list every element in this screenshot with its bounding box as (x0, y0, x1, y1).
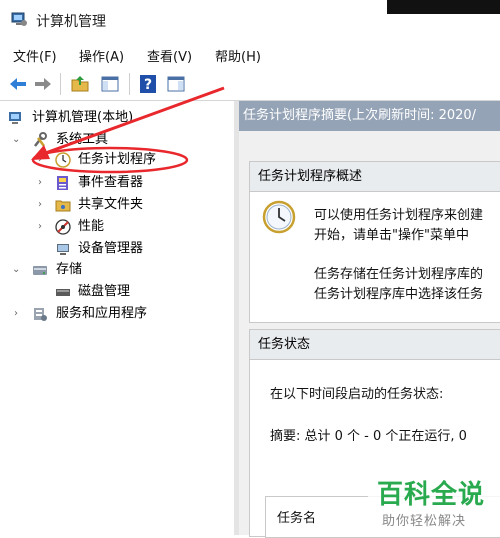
annotation-arrow-head (31, 145, 50, 160)
watermark: 百科全说 助你轻松解决 (368, 470, 500, 535)
watermark-subtitle: 助你轻松解决 (382, 514, 467, 529)
annotation-arrow-line (39, 86, 225, 157)
annotation-highlight-ellipse (31, 146, 189, 174)
watermark-title: 百科全说 (377, 480, 486, 510)
annotation-overlay (31, 86, 225, 174)
